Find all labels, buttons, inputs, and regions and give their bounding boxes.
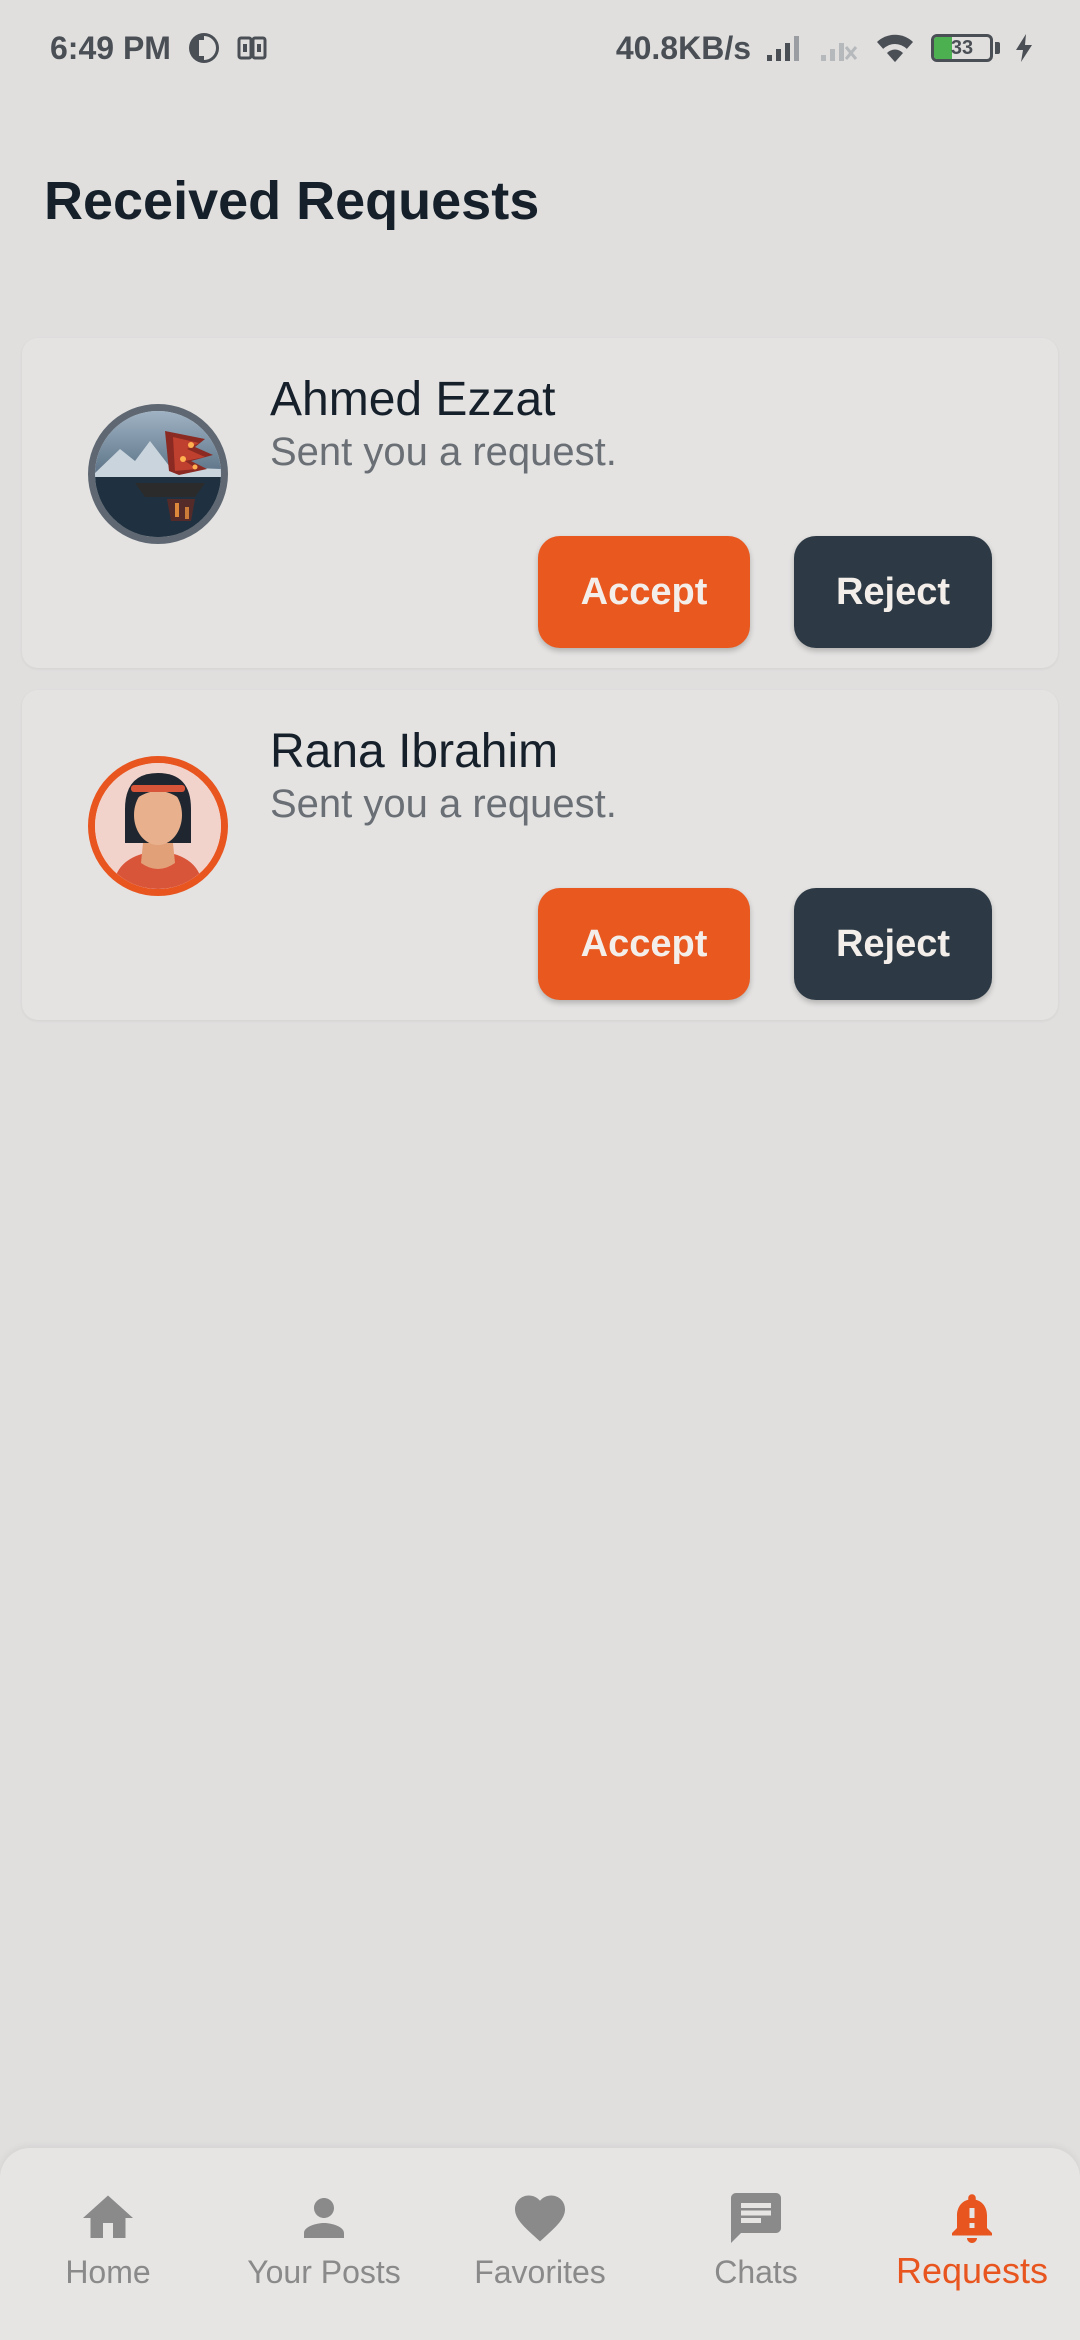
chat-icon	[731, 2193, 781, 2243]
wifi-icon	[873, 32, 917, 64]
app-indicator-icon	[187, 31, 221, 65]
screen: 6:49 PM 40.8KB/s 33 Received Requests Ah…	[0, 0, 1080, 2340]
nav-label: Home	[65, 2254, 151, 2290]
net-speed: 40.8KB/s	[615, 29, 751, 66]
nav-label: Favorites	[474, 2254, 606, 2290]
reject-button[interactable]: Reject	[794, 888, 992, 1000]
signal-icon	[765, 33, 805, 63]
dual-sim-icon	[237, 35, 267, 61]
request-card: Ahmed Ezzat Sent you a request. Accept R…	[22, 338, 1058, 668]
nav-label: Chats	[714, 2254, 798, 2290]
nav-label: Requests	[895, 2250, 1049, 2291]
nav-item-requests[interactable]: Requests	[864, 2188, 1080, 2292]
no-signal-icon	[819, 33, 859, 63]
status-bar: 6:49 PM 40.8KB/s 33	[0, 0, 1080, 96]
bell-icon	[952, 2194, 992, 2243]
status-left: 6:49 PM	[50, 30, 267, 67]
battery-level: 33	[950, 36, 974, 59]
request-subtitle: Sent you a request.	[270, 430, 617, 474]
requester-name: Ahmed Ezzat	[270, 373, 556, 426]
accept-button[interactable]: Accept	[538, 536, 750, 648]
charging-icon	[1014, 33, 1034, 63]
battery-cap	[995, 42, 1000, 54]
nav-item-favorites[interactable]: Favorites	[432, 2188, 648, 2291]
avatar[interactable]	[88, 756, 228, 896]
status-right: 40.8KB/s 33	[616, 30, 1034, 67]
nav-label: Your Posts	[247, 2254, 401, 2290]
requester-name: Rana Ibrahim	[270, 725, 559, 778]
bottom-nav: Home Your Posts Favorites Chats Requests	[0, 2148, 1080, 2340]
nav-item-home[interactable]: Home	[0, 2188, 216, 2291]
avatar[interactable]	[88, 404, 228, 544]
request-card: Rana Ibrahim Sent you a request. Accept …	[22, 690, 1058, 1020]
person-icon	[304, 2198, 344, 2238]
request-subtitle: Sent you a request.	[270, 782, 617, 826]
heart-icon	[515, 2195, 565, 2242]
page-title: Received Requests	[44, 171, 540, 231]
battery-fill	[934, 37, 953, 59]
battery-icon: 33	[931, 34, 993, 62]
nav-item-chats[interactable]: Chats	[648, 2188, 864, 2291]
reject-button[interactable]: Reject	[794, 536, 992, 648]
status-time: 6:49 PM	[50, 29, 171, 66]
home-icon	[83, 2195, 133, 2238]
landscape-photo	[95, 411, 221, 537]
accept-button[interactable]: Accept	[538, 888, 750, 1000]
female-avatar-illustration	[95, 763, 221, 889]
nav-item-your-posts[interactable]: Your Posts	[216, 2188, 432, 2291]
